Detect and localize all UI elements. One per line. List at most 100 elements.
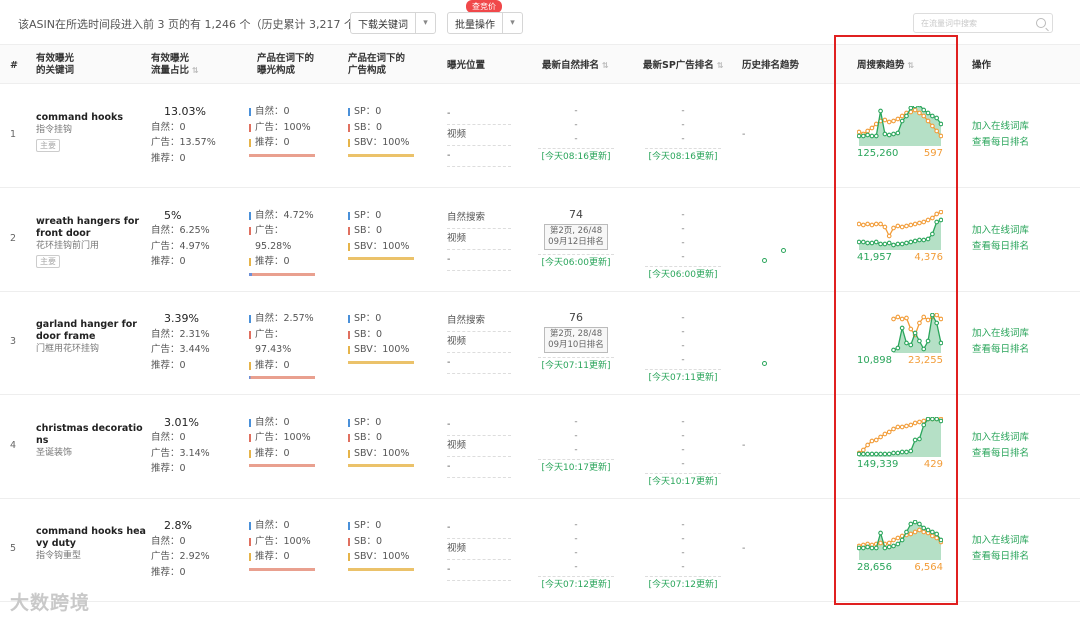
position-item: 视频 [447, 125, 511, 146]
view-daily-rank-link[interactable]: 查看每日排名 [972, 342, 1029, 358]
natural-rank-cell: - - - - [今天07:12更新] [538, 518, 614, 592]
search-placeholder: 在流量词中搜索 [921, 19, 977, 28]
ad-sp: SP：0 [348, 415, 418, 431]
keyword-cell: christmas decorations 圣诞装饰 [36, 423, 146, 459]
keyword-cell: garland hanger for door frame 门框用花环挂钩 [36, 319, 146, 355]
natural-rank-updated: [今天08:16更新] [538, 148, 614, 164]
exposure-ad: 广告：100% [249, 430, 319, 446]
add-to-lexicon-link[interactable]: 加入在线词库 [972, 326, 1029, 342]
exposure-natural: 自然：2.57% [249, 311, 319, 327]
sp-rank-updated: [今天07:12更新] [645, 576, 721, 592]
share-natural: 自然：0 [151, 432, 186, 444]
download-keywords-label: 下载关键词 [358, 19, 408, 31]
sp-rank-value: - [681, 237, 685, 248]
share-recommend: 推荐：0 [151, 463, 186, 475]
search-icon[interactable] [1036, 18, 1046, 28]
share-natural: 自然：0 [151, 535, 186, 547]
ad-cell: SP：0 SB：0 SBV：100% [348, 208, 418, 261]
add-to-lexicon-link[interactable]: 加入在线词库 [972, 533, 1029, 549]
sp-rank-value: - [681, 341, 685, 352]
position-item: - [447, 518, 511, 540]
exposure-ad: 广告：95.28% [249, 223, 319, 254]
exposure-cell: 自然：0 广告：100% 推荐：0 [249, 415, 319, 468]
position-item: 视频 [447, 229, 511, 250]
search-input[interactable]: 在流量词中搜索 [913, 13, 1053, 33]
col-share[interactable]: 有效曝光 流量占比 ⇅ [151, 53, 199, 77]
exposure-natural: 自然：0 [249, 518, 319, 534]
ad-sp: SP：0 [348, 104, 418, 120]
ad-sbv: SBV：100% [348, 239, 418, 255]
add-to-lexicon-link[interactable]: 加入在线词库 [972, 223, 1029, 239]
share-ad: 广告：3.44% [151, 344, 210, 356]
chevron-down-icon[interactable]: ▾ [502, 13, 522, 33]
ad-sb: SB：0 [348, 120, 418, 136]
share-percent: 5% [164, 208, 182, 222]
share-recommend: 推荐：0 [151, 566, 186, 578]
rank-value: - [574, 548, 578, 559]
sort-icon: ⇅ [716, 61, 724, 70]
keyword-en[interactable]: wreath hangers for front door [36, 216, 146, 240]
keyword-en[interactable]: christmas decorations [36, 423, 146, 447]
sp-rank-value: - [681, 534, 685, 545]
ad-bar [348, 567, 414, 571]
keyword-cell: command hooks heavy duty 指令钩重型 [36, 526, 146, 562]
keyword-en[interactable]: command hooks heavy duty [36, 526, 146, 550]
batch-operations-label: 批量操作 [455, 19, 495, 31]
exposure-ad: 广告：97.43% [249, 327, 319, 358]
keyword-cn: 指令钩重型 [36, 551, 82, 562]
col-position: 曝光位置 [447, 60, 486, 71]
view-daily-rank-link[interactable]: 查看每日排名 [972, 239, 1029, 255]
ad-sbv: SBV：100% [348, 342, 418, 358]
view-daily-rank-link[interactable]: 查看每日排名 [972, 135, 1029, 151]
sp-rank-value: - [681, 458, 685, 469]
rank-value: - [574, 106, 578, 116]
batch-operations-button[interactable]: 批量操作 ▾ [447, 12, 523, 34]
ad-sb: SB：0 [348, 327, 418, 343]
col-ad: 产品在词下的 广告构成 [348, 53, 406, 76]
col-keyword: 有效曝光 的关键词 [36, 53, 75, 76]
sp-rank-value: - [681, 120, 685, 130]
download-keywords-button[interactable]: 下载关键词 ▾ [350, 12, 436, 34]
position-item: - [447, 415, 511, 436]
exposure-bar [249, 567, 315, 571]
sp-rank-value: - [681, 548, 685, 559]
sp-rank-updated: [今天07:11更新] [645, 369, 721, 385]
position-cell: - 视频 - [447, 104, 511, 167]
ad-sbv: SBV：100% [348, 135, 418, 151]
share-recommend: 推荐：0 [151, 152, 186, 164]
share-ad: 广告：13.57% [151, 137, 216, 148]
exposure-natural: 自然：0 [249, 415, 319, 431]
ad-sb: SB：0 [348, 534, 418, 550]
sp-rank-updated: [今天08:16更新] [645, 148, 721, 164]
sp-rank-value: - [681, 520, 685, 531]
ad-bar [348, 257, 414, 261]
col-natural-rank[interactable]: 最新自然排名 ⇅ [542, 60, 609, 72]
keyword-cn: 花环挂钩前门用 [36, 240, 100, 251]
share-cell: 5% 自然：6.25% 广告：4.97% 推荐：0 [151, 208, 210, 270]
operations-cell: 加入在线词库 查看每日排名 [972, 326, 1029, 358]
row-index: 1 [10, 129, 17, 140]
keyword-en[interactable]: garland hanger for door frame [36, 319, 146, 343]
keyword-cell: wreath hangers for front door 花环挂钩前门用 主要 [36, 216, 146, 270]
exposure-cell: 自然：0 广告：100% 推荐：0 [249, 518, 319, 571]
view-daily-rank-link[interactable]: 查看每日排名 [972, 549, 1029, 565]
ad-cell: SP：0 SB：0 SBV：100% [348, 518, 418, 571]
exposure-bar [249, 153, 315, 157]
share-percent: 2.8% [164, 519, 192, 533]
keyword-cn: 指令挂钩 [36, 125, 73, 135]
chevron-down-icon[interactable]: ▾ [415, 13, 435, 33]
main-tag: 主要 [36, 139, 60, 152]
keyword-en[interactable]: command hooks [36, 112, 146, 124]
sp-rank-cell: - - - - [今天07:12更新] [645, 518, 721, 592]
position-cell: 自然搜索 视频 - [447, 311, 511, 375]
rank-page-box: 第2页, 28/48 09月10日排名 [544, 327, 608, 354]
col-sp-rank[interactable]: 最新SP广告排名 ⇅ [643, 60, 724, 72]
history-trend-cell: - [742, 129, 746, 140]
row-index: 2 [10, 232, 17, 244]
add-to-lexicon-link[interactable]: 加入在线词库 [972, 119, 1029, 135]
rank-value: - [574, 416, 578, 427]
ad-cell: SP：0 SB：0 SBV：100% [348, 311, 418, 364]
natural-rank-cell: 74 第2页, 26/48 09月12日排名 [今天06:00更新] [538, 208, 614, 270]
view-daily-rank-link[interactable]: 查看每日排名 [972, 446, 1029, 462]
add-to-lexicon-link[interactable]: 加入在线词库 [972, 430, 1029, 446]
